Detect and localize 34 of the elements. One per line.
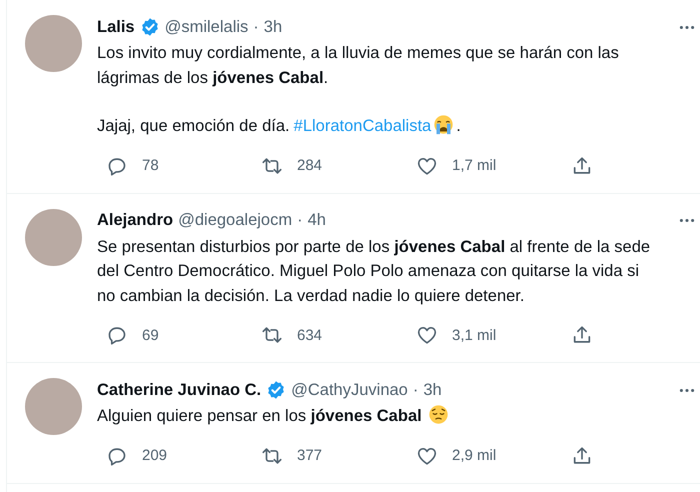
user-handle[interactable]: @CathyJuvinao	[291, 380, 408, 400]
user-name[interactable]: Alejandro	[97, 211, 174, 230]
separator-dot: ·	[253, 18, 259, 36]
separator-dot: ·	[412, 380, 418, 400]
crying-face-icon	[433, 114, 454, 135]
more-icon[interactable]	[679, 388, 695, 392]
action-count: 284	[297, 157, 322, 174]
action-count: 69	[142, 326, 159, 344]
more-icon[interactable]	[679, 24, 695, 30]
action-count: 377	[297, 447, 322, 464]
separator-dot: ·	[297, 211, 303, 230]
user-handle[interactable]: @diegoalejocm	[178, 211, 292, 230]
tweet-text: Se presentan disturbios por parte de los jóvenes Cabal al frente de la sede del Centro Democrático. Miguel Polo Polo amenaza con quitarse la vida si no cambian la decisión. La verdad nadie lo quiere detener.	[97, 238, 650, 304]
tweet-text: Los invito muy cordialmente, a la lluvia de memes que se harán con las lágrimas de los jóvenes Cabal.	[97, 44, 619, 86]
action-count: 78	[142, 157, 159, 174]
action-count: 2,9 mil	[452, 447, 496, 464]
tweet-text: Alguien quiere pensar en los jóvenes Cabal	[97, 407, 422, 425]
user-name[interactable]: Catherine Juvinao C.	[97, 380, 262, 400]
share-icon[interactable]	[571, 154, 593, 176]
timestamp[interactable]: 3h	[423, 380, 442, 400]
tweet-text: Jajaj, que emoción de día.	[97, 117, 290, 135]
user-handle[interactable]: @smilelalis	[164, 18, 248, 36]
timestamp[interactable]: 4h	[308, 211, 326, 230]
action-count: 3,1 mil	[452, 326, 496, 344]
tweet-text: .	[456, 117, 461, 135]
share-icon[interactable]	[571, 444, 593, 466]
heart-icon[interactable]	[416, 324, 438, 346]
action-count: 209	[142, 447, 168, 464]
pensive-face-icon	[428, 404, 449, 425]
user-name[interactable]: Lalis	[97, 18, 135, 36]
action-count: 634	[297, 326, 322, 344]
action-count: 1,7 mil	[452, 157, 496, 174]
timestamp[interactable]: 3h	[264, 18, 282, 36]
more-icon[interactable]	[679, 218, 695, 223]
